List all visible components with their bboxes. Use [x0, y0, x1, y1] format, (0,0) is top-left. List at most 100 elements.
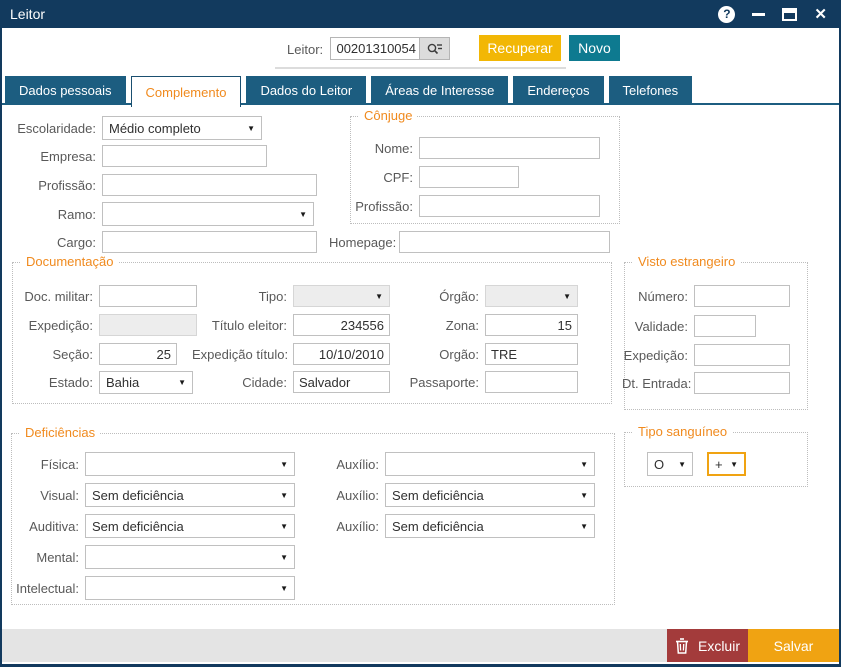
visto-validade-input[interactable]: [694, 315, 756, 337]
aux-auditiva-label: Auxílio:: [324, 519, 379, 534]
visto-dt-entrada-input[interactable]: [694, 372, 790, 394]
ramo-select[interactable]: ▼: [102, 202, 314, 226]
blood-type-select[interactable]: O ▼: [647, 452, 693, 476]
def-auditiva-value: Sem deficiência: [92, 519, 276, 534]
expedicao-titulo-input[interactable]: [293, 343, 390, 365]
leitor-number-input[interactable]: [330, 37, 420, 60]
def-visual-select[interactable]: Sem deficiência ▼: [85, 483, 295, 507]
chevron-down-icon: ▼: [280, 491, 288, 500]
estado-value: Bahia: [106, 375, 174, 390]
cidade-label: Cidade:: [192, 375, 287, 390]
titulo-eleitor-label: Título eleitor:: [192, 318, 287, 333]
visto-expedicao-label: Expedição:: [622, 348, 688, 363]
zona-input[interactable]: [485, 314, 578, 336]
visto-estrangeiro-group-title: Visto estrangeiro: [633, 254, 740, 269]
blood-type-value: O: [654, 457, 674, 472]
help-icon[interactable]: ?: [718, 6, 735, 23]
chevron-down-icon: ▼: [563, 292, 571, 301]
orgao-select: ▼: [485, 285, 578, 307]
def-mental-select[interactable]: ▼: [85, 545, 295, 569]
conjuge-nome-label: Nome:: [343, 141, 413, 156]
profissao-input[interactable]: [102, 174, 317, 196]
salvar-label: Salvar: [774, 638, 814, 654]
tipo-select: ▼: [293, 285, 390, 307]
homepage-input[interactable]: [399, 231, 610, 253]
window-title: Leitor: [0, 6, 45, 22]
empresa-label: Empresa:: [8, 149, 96, 164]
toolbar-divider: [275, 67, 566, 69]
visto-expedicao-input[interactable]: [694, 344, 790, 366]
escolaridade-value: Médio completo: [109, 121, 243, 136]
conjuge-cpf-input[interactable]: [419, 166, 519, 188]
aux-auditiva-value: Sem deficiência: [392, 519, 576, 534]
orgao-input[interactable]: [485, 343, 578, 365]
leitor-dialog: Leitor ? ✕ Leitor: Recuperar Novo Dados …: [0, 0, 841, 667]
recuperar-button[interactable]: Recuperar: [479, 35, 561, 61]
aux-fisica-select[interactable]: ▼: [385, 452, 595, 476]
minimize-icon[interactable]: [752, 13, 765, 16]
doc-expedicao-input: [99, 314, 197, 336]
orgao-text-label: Orgão:: [404, 347, 479, 362]
def-intelectual-select[interactable]: ▼: [85, 576, 295, 600]
trash-icon: [675, 638, 689, 654]
footer-bar: Excluir Salvar: [2, 629, 839, 662]
titulo-eleitor-input[interactable]: [293, 314, 390, 336]
cidade-input[interactable]: [293, 371, 390, 393]
visto-dt-entrada-label: Dt. Entrada:: [622, 376, 688, 391]
novo-button[interactable]: Novo: [569, 35, 620, 61]
titlebar: Leitor ? ✕: [0, 0, 841, 28]
cargo-input[interactable]: [102, 231, 317, 253]
excluir-button[interactable]: Excluir: [667, 629, 748, 662]
aux-visual-value: Sem deficiência: [392, 488, 576, 503]
empresa-input[interactable]: [102, 145, 267, 167]
def-intelectual-label: Intelectual:: [8, 581, 79, 596]
blood-rh-select[interactable]: + ▼: [707, 452, 746, 476]
lookup-icon: [426, 42, 444, 56]
chevron-down-icon: ▼: [678, 460, 686, 469]
estado-select[interactable]: Bahia ▼: [99, 371, 193, 394]
visto-numero-input[interactable]: [694, 285, 790, 307]
doc-militar-input[interactable]: [99, 285, 197, 307]
tab-complemento[interactable]: Complemento: [131, 76, 242, 107]
excluir-label: Excluir: [698, 638, 740, 654]
passaporte-input[interactable]: [485, 371, 578, 393]
tab-telefones[interactable]: Telefones: [609, 76, 693, 104]
secao-label: Seção:: [8, 347, 93, 362]
aux-visual-label: Auxílio:: [324, 488, 379, 503]
chevron-down-icon: ▼: [280, 584, 288, 593]
visto-validade-label: Validade:: [622, 319, 688, 334]
def-auditiva-select[interactable]: Sem deficiência ▼: [85, 514, 295, 538]
ramo-label: Ramo:: [8, 207, 96, 222]
chevron-down-icon: ▼: [299, 210, 307, 219]
def-fisica-select[interactable]: ▼: [85, 452, 295, 476]
def-visual-value: Sem deficiência: [92, 488, 276, 503]
expedicao-titulo-label: Expedição título:: [192, 347, 287, 362]
aux-visual-select[interactable]: Sem deficiência ▼: [385, 483, 595, 507]
conjuge-nome-input[interactable]: [419, 137, 600, 159]
chevron-down-icon: ▼: [280, 522, 288, 531]
secao-input[interactable]: [99, 343, 177, 365]
chevron-down-icon: ▼: [280, 553, 288, 562]
lookup-button[interactable]: [420, 37, 450, 60]
tab-dados-pessoais[interactable]: Dados pessoais: [5, 76, 126, 104]
doc-expedicao-label: Expedição:: [8, 318, 93, 333]
conjuge-profissao-label: Profissão:: [343, 199, 413, 214]
documentacao-group-title: Documentação: [21, 254, 118, 269]
aux-auditiva-select[interactable]: Sem deficiência ▼: [385, 514, 595, 538]
passaporte-label: Passaporte:: [404, 375, 479, 390]
salvar-button[interactable]: Salvar: [748, 629, 839, 662]
chevron-down-icon: ▼: [280, 460, 288, 469]
deficiencias-group-title: Deficiências: [20, 425, 100, 440]
chevron-down-icon: ▼: [580, 522, 588, 531]
conjuge-profissao-input[interactable]: [419, 195, 600, 217]
conjuge-group-title: Cônjuge: [359, 108, 417, 123]
chevron-down-icon: ▼: [375, 292, 383, 301]
close-icon[interactable]: ✕: [814, 7, 827, 22]
leitor-label: Leitor:: [287, 42, 323, 57]
restore-icon[interactable]: [782, 8, 797, 21]
tab-dados-do-leitor[interactable]: Dados do Leitor: [246, 76, 366, 104]
escolaridade-select[interactable]: Médio completo ▼: [102, 116, 262, 140]
chevron-down-icon: ▼: [730, 460, 738, 469]
tab-areas-de-interesse[interactable]: Áreas de Interesse: [371, 76, 508, 104]
tab-enderecos[interactable]: Endereços: [513, 76, 603, 104]
